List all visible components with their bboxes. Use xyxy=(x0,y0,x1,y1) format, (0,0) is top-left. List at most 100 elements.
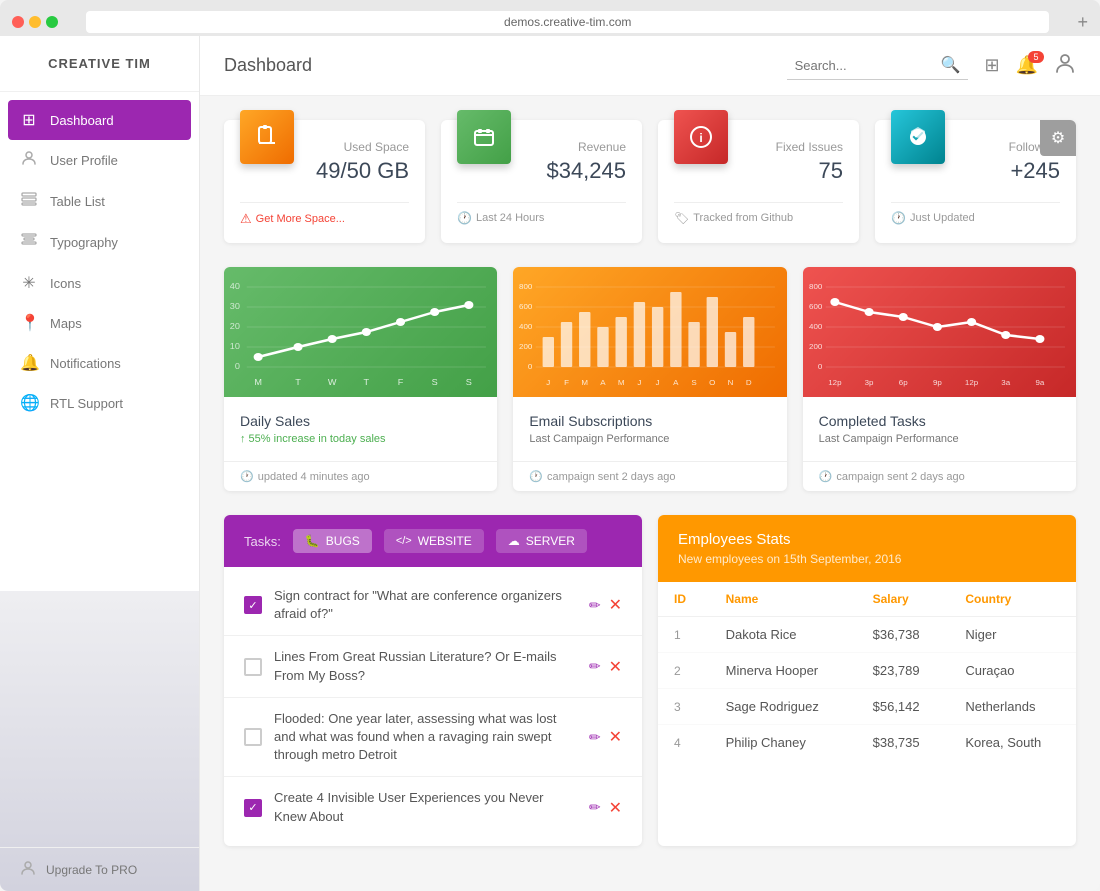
chart-card-email-subscriptions: 800 600 400 200 0 xyxy=(513,267,786,491)
upgrade-label: Upgrade To PRO xyxy=(46,863,137,877)
col-header-id: ID xyxy=(658,582,710,617)
svg-text:800: 800 xyxy=(519,282,532,290)
server-label: SERVER xyxy=(526,534,575,548)
task-actions-4: ✏ ✕ xyxy=(589,798,622,818)
dot-yellow[interactable] xyxy=(29,16,41,28)
stat-card-followers: Followers +245 ⚙ 🕐 Just Updated xyxy=(875,120,1076,243)
upgrade-to-pro-button[interactable]: Upgrade To PRO xyxy=(0,847,199,891)
svg-text:12p: 12p xyxy=(828,378,841,386)
tag-icon: 🏷 xyxy=(674,211,689,225)
chart-title: Completed Tasks xyxy=(819,413,1060,429)
svg-text:600: 600 xyxy=(809,302,822,310)
svg-text:M: M xyxy=(582,378,589,386)
task-edit-2[interactable]: ✏ xyxy=(589,658,601,675)
task-list: Sign contract for "What are conference o… xyxy=(224,567,642,846)
task-checkbox-3[interactable] xyxy=(244,728,262,746)
search-input[interactable] xyxy=(795,58,935,73)
task-delete-2[interactable]: ✕ xyxy=(609,657,622,677)
address-bar: demos.creative-tim.com xyxy=(86,11,1049,33)
page-title: Dashboard xyxy=(224,55,771,76)
chart-subtitle: ↑ 55% increase in today sales xyxy=(240,433,481,445)
task-delete-4[interactable]: ✕ xyxy=(609,798,622,818)
sidebar-brand: CREATIVE TIM xyxy=(0,36,199,92)
svg-text:200: 200 xyxy=(519,342,532,350)
get-more-space-link[interactable]: Get More Space... xyxy=(256,213,345,225)
completed-tasks-chart: 800 600 400 200 0 xyxy=(803,267,1076,397)
tasks-label: Tasks: xyxy=(244,534,281,549)
stat-card-fixed-issues: i Fixed Issues 75 🏷 Tracked from Github xyxy=(658,120,859,243)
sidebar-item-dashboard[interactable]: ⊞ Dashboard xyxy=(8,100,191,140)
task-checkbox-2[interactable] xyxy=(244,658,262,676)
sidebar-item-user-profile[interactable]: User Profile xyxy=(0,140,199,181)
task-item: Sign contract for "What are conference o… xyxy=(224,575,642,636)
daily-sales-chart: 40 30 20 10 0 xyxy=(224,267,497,397)
new-tab-button[interactable]: + xyxy=(1077,12,1088,33)
user-topbar-icon[interactable] xyxy=(1054,52,1076,79)
stat-footer-revenue: 🕐 Last 24 Hours xyxy=(457,202,626,225)
sidebar-item-table-list[interactable]: Table List xyxy=(0,181,199,222)
cell-id: 3 xyxy=(658,689,710,725)
sidebar-item-rtl-support[interactable]: 🌐 RTL Support xyxy=(0,383,199,423)
cell-country: Curaçao xyxy=(949,653,1076,689)
cell-id: 1 xyxy=(658,617,710,653)
search-icon[interactable]: 🔍 xyxy=(941,55,961,75)
svg-text:3p: 3p xyxy=(864,378,873,386)
svg-text:N: N xyxy=(728,378,734,386)
sidebar-item-label: Notifications xyxy=(50,356,121,371)
cell-name: Sage Rodriguez xyxy=(710,689,857,725)
sidebar: CREATIVE TIM ⊞ Dashboard User Profile xyxy=(0,36,200,891)
cell-salary: $38,735 xyxy=(857,725,950,761)
svg-text:T: T xyxy=(295,378,301,387)
grid-icon[interactable]: ⊞ xyxy=(984,55,999,76)
task-edit-4[interactable]: ✏ xyxy=(589,799,601,816)
employees-header: Employees Stats New employees on 15th Se… xyxy=(658,515,1076,582)
svg-text:S: S xyxy=(466,378,472,387)
task-delete-1[interactable]: ✕ xyxy=(609,595,622,615)
app-wrapper: CREATIVE TIM ⊞ Dashboard User Profile xyxy=(0,36,1100,891)
col-header-name: Name xyxy=(710,582,857,617)
website-label: WEBSITE xyxy=(418,534,472,548)
dashboard-icon: ⊞ xyxy=(20,110,38,130)
employees-table: ID Name Salary Country 1 Dakota Rice $36… xyxy=(658,582,1076,760)
tasks-tab-bugs[interactable]: 🐛 BUGS xyxy=(293,529,372,553)
task-checkbox-4[interactable] xyxy=(244,799,262,817)
tasks-tab-server[interactable]: ☁ SERVER xyxy=(496,529,587,553)
task-edit-3[interactable]: ✏ xyxy=(589,729,601,746)
employees-card: Employees Stats New employees on 15th Se… xyxy=(658,515,1076,846)
chart-footer-daily-sales: 🕐 updated 4 minutes ago xyxy=(224,461,497,491)
cell-id: 2 xyxy=(658,653,710,689)
sidebar-item-maps[interactable]: 📍 Maps xyxy=(0,303,199,343)
dot-red[interactable] xyxy=(12,16,24,28)
sidebar-item-typography[interactable]: Typography xyxy=(0,222,199,263)
task-item: Create 4 Invisible User Experiences you … xyxy=(224,777,642,837)
svg-text:30: 30 xyxy=(230,302,240,311)
sidebar-item-icons[interactable]: ✳ Icons xyxy=(0,263,199,303)
cell-salary: $23,789 xyxy=(857,653,950,689)
chart-body-email-subscriptions: Email Subscriptions Last Campaign Perfor… xyxy=(513,397,786,461)
sidebar-item-label: Typography xyxy=(50,235,118,250)
topbar-icons: ⊞ 🔔 5 xyxy=(984,52,1076,79)
stat-footer-fixed-issues: 🏷 Tracked from Github xyxy=(674,202,843,225)
task-checkbox-1[interactable] xyxy=(244,596,262,614)
col-header-country: Country xyxy=(949,582,1076,617)
stat-footer-followers: 🕐 Just Updated xyxy=(891,202,1060,225)
stat-footer-text: Tracked from Github xyxy=(693,212,793,224)
task-edit-1[interactable]: ✏ xyxy=(589,597,601,614)
gear-overlay[interactable]: ⚙ xyxy=(1040,120,1076,156)
cell-name: Dakota Rice xyxy=(710,617,857,653)
dot-green[interactable] xyxy=(46,16,58,28)
tasks-tab-website[interactable]: </> WEBSITE xyxy=(384,529,484,553)
table-header-row: ID Name Salary Country xyxy=(658,582,1076,617)
cell-name: Minerva Hooper xyxy=(710,653,857,689)
clock-icon: 🕐 xyxy=(457,211,472,225)
sidebar-item-notifications[interactable]: 🔔 Notifications xyxy=(0,343,199,383)
cell-country: Korea, South xyxy=(949,725,1076,761)
svg-text:M: M xyxy=(254,378,262,387)
table-row: 4 Philip Chaney $38,735 Korea, South xyxy=(658,725,1076,761)
employees-title: Employees Stats xyxy=(678,531,1056,548)
bottom-row: Tasks: 🐛 BUGS </> WEBSITE ☁ SERVER xyxy=(224,515,1076,846)
task-delete-3[interactable]: ✕ xyxy=(609,727,622,747)
employees-subtitle: New employees on 15th September, 2016 xyxy=(678,552,1056,566)
notifications-topbar-icon[interactable]: 🔔 5 xyxy=(1016,55,1038,76)
clock-icon: 🕐 xyxy=(529,470,543,483)
